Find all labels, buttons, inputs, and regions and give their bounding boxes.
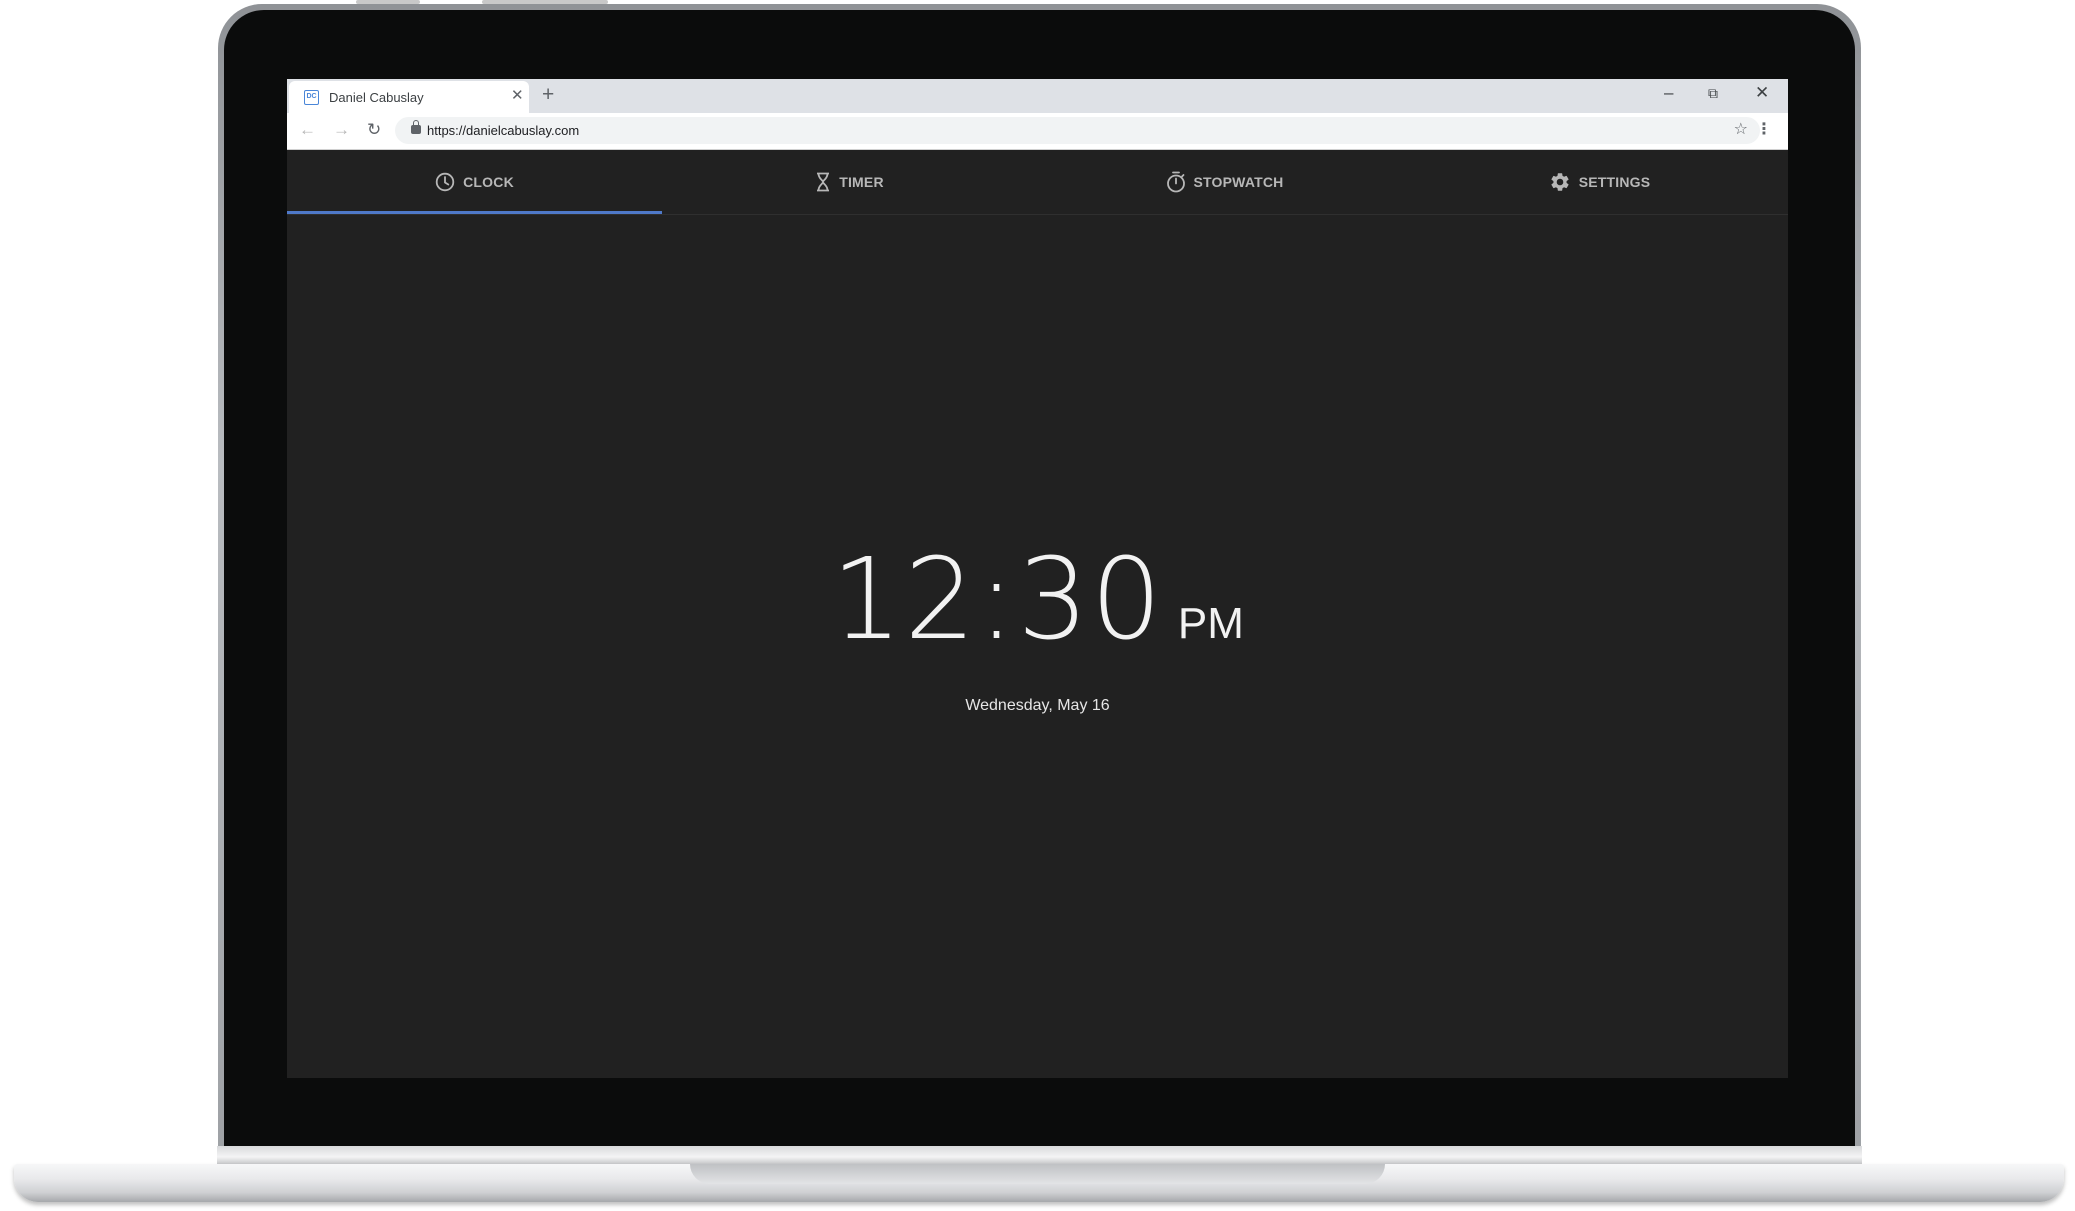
laptop-hinge xyxy=(217,1146,1862,1164)
forward-icon[interactable]: → xyxy=(333,120,350,140)
clock-date: Wednesday, May 16 xyxy=(965,697,1110,714)
new-tab-icon[interactable]: + xyxy=(542,83,554,107)
clock-period: PM xyxy=(1177,599,1244,648)
back-icon[interactable]: ← xyxy=(299,120,316,140)
tab-clock-label: CLOCK xyxy=(463,174,514,190)
laptop-screen: DC Daniel Cabuslay ✕ + – ⧉ ✕ ← → ↻ https… xyxy=(287,79,1788,1078)
browser-tab-title: Daniel Cabuslay xyxy=(329,90,424,105)
close-window-icon[interactable]: ✕ xyxy=(1755,81,1769,105)
reload-icon[interactable]: ↻ xyxy=(367,120,381,140)
app-tab-bar: CLOCK TIMER STOPWATCH SETTINGS xyxy=(287,150,1788,215)
browser-toolbar: ← → ↻ https://danielcabuslay.com ☆ ⋮ xyxy=(287,113,1788,150)
browser-menu-icon[interactable]: ⋮ xyxy=(1756,120,1772,140)
laptop-edge-notch xyxy=(482,0,608,4)
minimize-icon[interactable]: – xyxy=(1664,81,1673,105)
tab-stopwatch[interactable]: STOPWATCH xyxy=(1037,150,1412,214)
restore-icon[interactable]: ⧉ xyxy=(1708,81,1718,105)
tab-settings-label: SETTINGS xyxy=(1578,174,1651,190)
tab-timer-label: TIMER xyxy=(839,174,884,190)
tab-timer[interactable]: TIMER xyxy=(662,150,1037,214)
tab-stopwatch-label: STOPWATCH xyxy=(1193,174,1284,190)
clock-display: 12:30 PM xyxy=(287,535,1788,665)
selected-tab-indicator xyxy=(287,211,662,214)
lock-icon xyxy=(411,120,421,134)
address-bar[interactable]: https://danielcabuslay.com ☆ xyxy=(395,117,1760,144)
clock-icon xyxy=(435,172,455,192)
laptop-edge-notch xyxy=(356,0,420,4)
gear-icon xyxy=(1551,173,1569,191)
url-text: https://danielcabuslay.com xyxy=(427,123,580,138)
browser-tab[interactable]: DC Daniel Cabuslay ✕ xyxy=(289,81,529,113)
hourglass-icon xyxy=(817,172,830,192)
tab-close-icon[interactable]: ✕ xyxy=(511,88,524,104)
clock-time: 12:30 xyxy=(831,535,1164,665)
site-favicon-icon: DC xyxy=(304,90,319,105)
bookmark-star-icon[interactable]: ☆ xyxy=(1734,120,1748,140)
browser-tabstrip: DC Daniel Cabuslay ✕ + – ⧉ ✕ xyxy=(287,79,1788,113)
stopwatch-icon xyxy=(1166,171,1185,193)
laptop-opening-groove xyxy=(690,1164,1385,1184)
tab-clock[interactable]: CLOCK xyxy=(287,150,662,214)
tab-settings[interactable]: SETTINGS xyxy=(1412,150,1787,214)
